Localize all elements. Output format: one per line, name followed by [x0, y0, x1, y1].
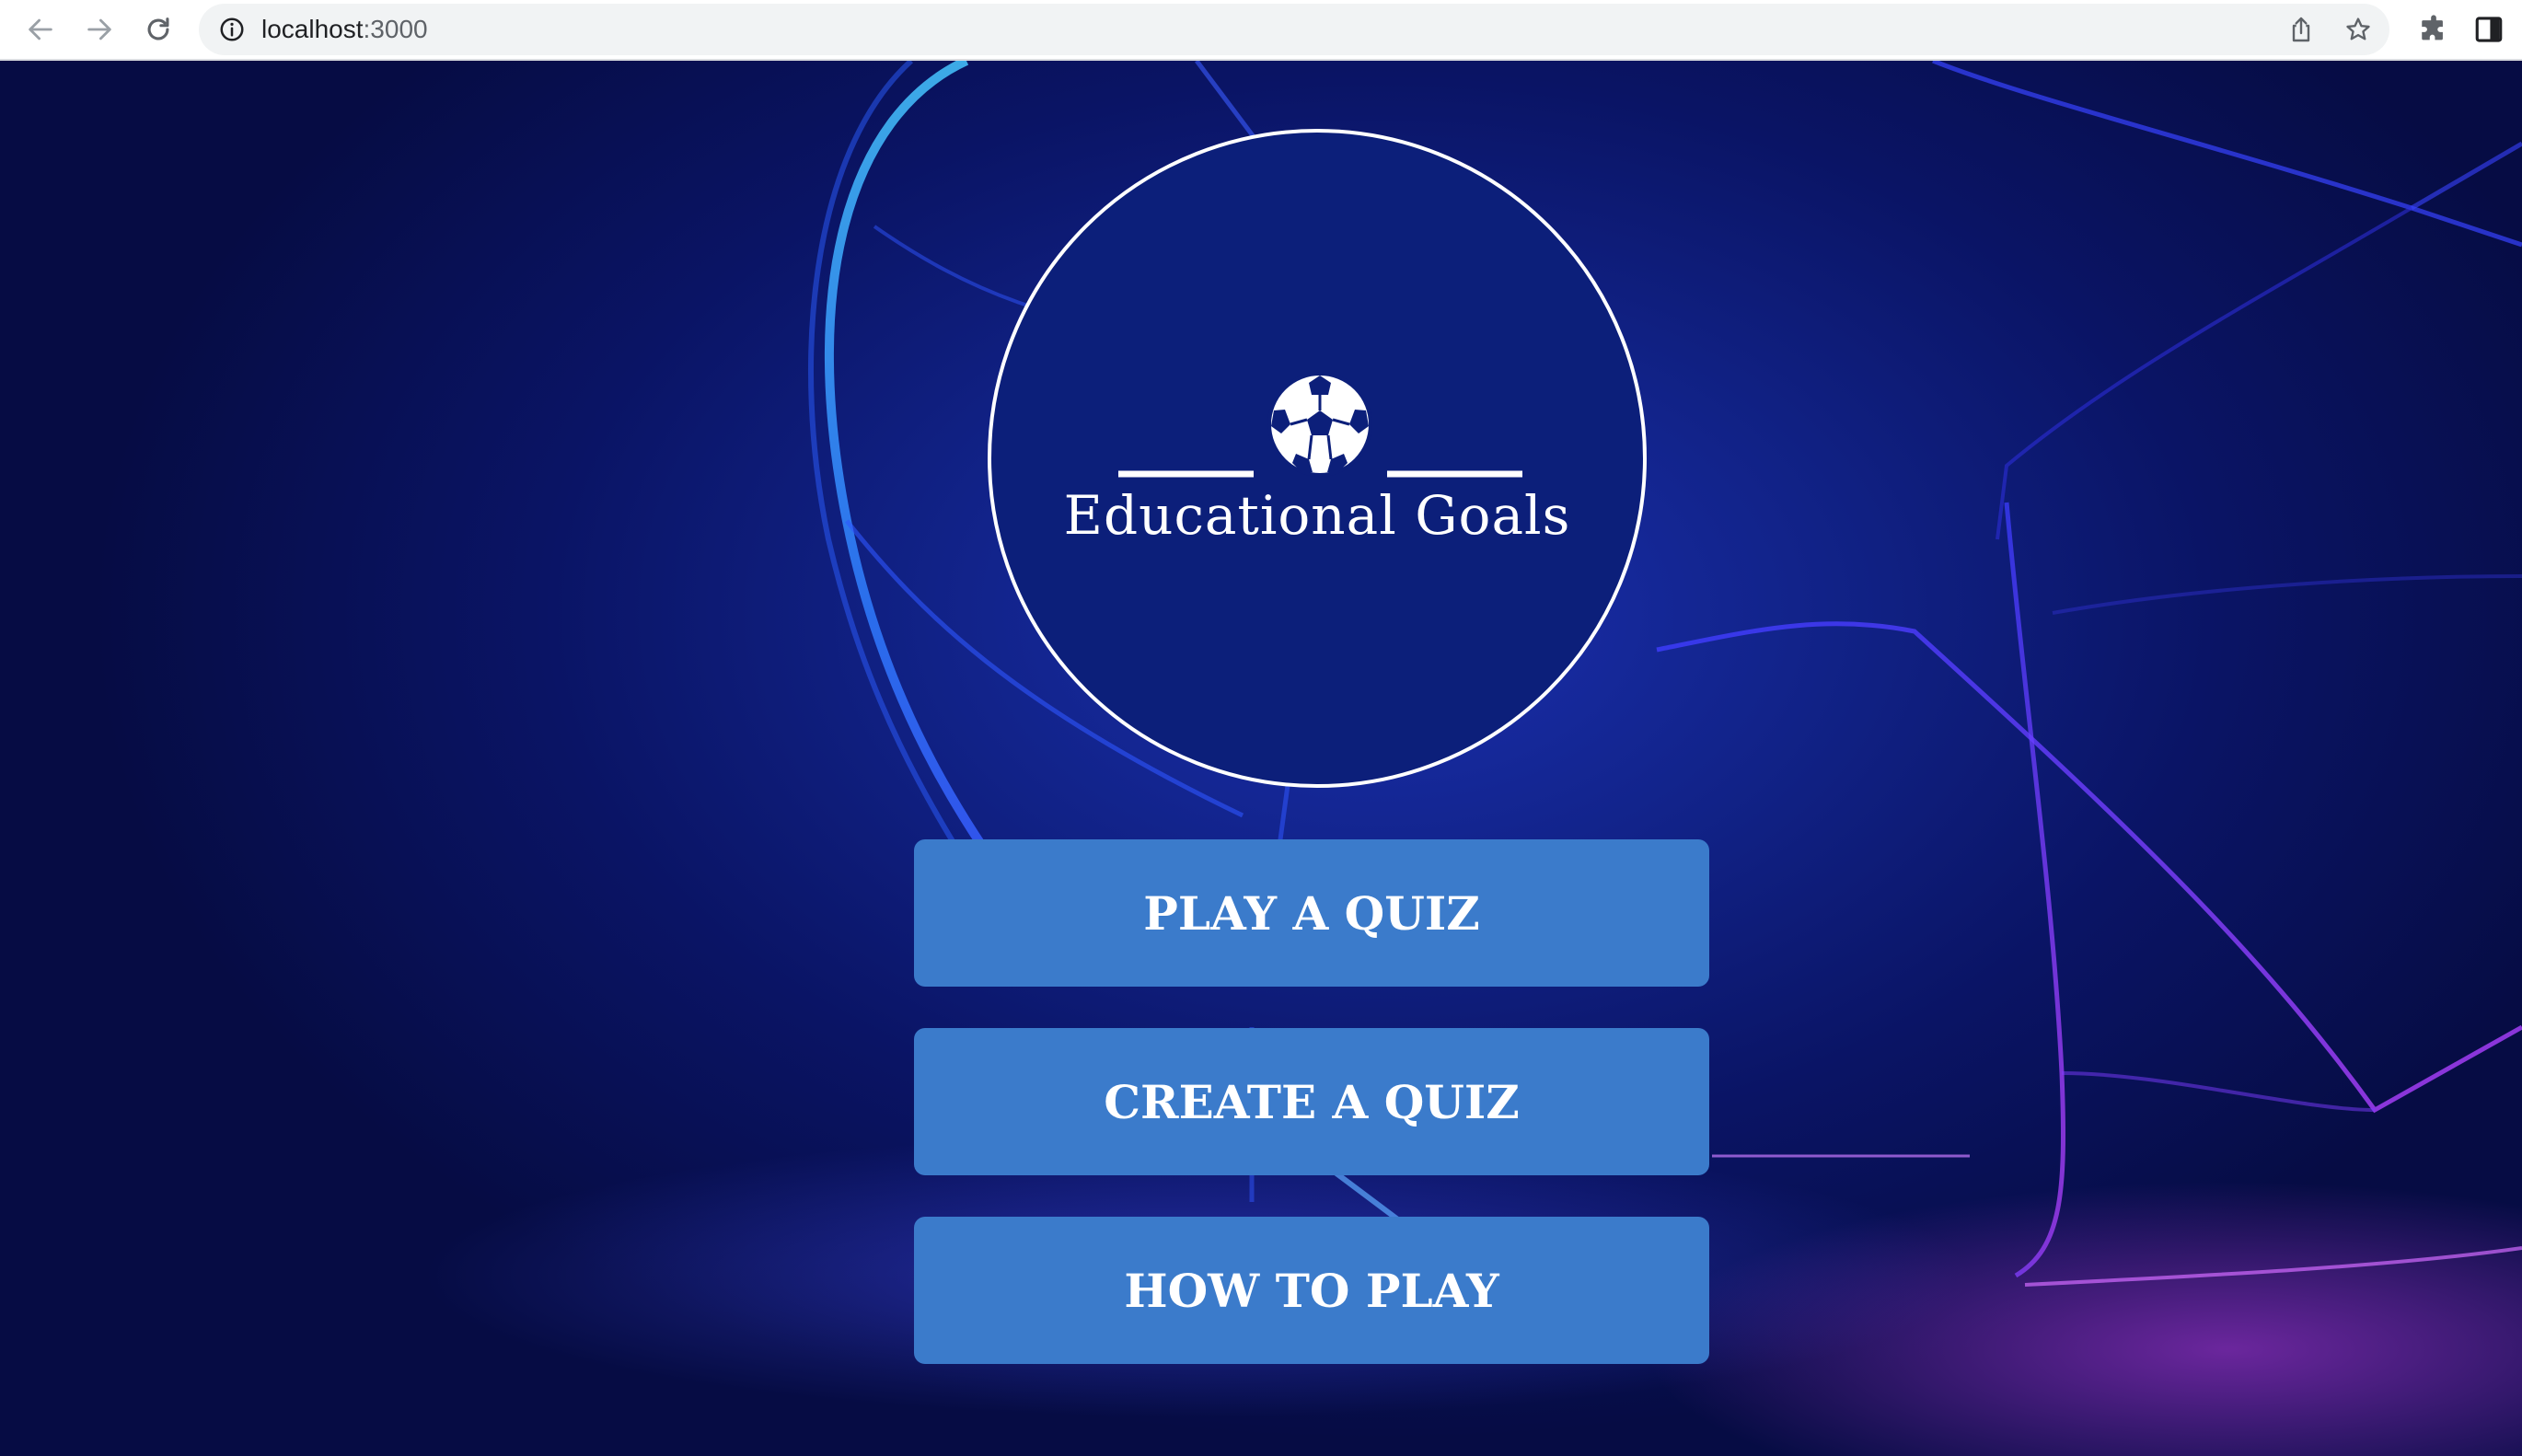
url-port: :3000 [363, 15, 428, 43]
side-panel-button[interactable] [2467, 7, 2511, 52]
site-info-button[interactable] [217, 15, 247, 44]
info-icon [220, 17, 244, 41]
back-button[interactable] [18, 7, 63, 52]
address-bar[interactable]: localhost:3000 [199, 4, 2389, 55]
home-page: Educational Goals PLAY A QUIZ CREATE A Q… [0, 61, 2522, 1456]
url-host: localhost [261, 15, 364, 43]
extensions-button[interactable] [2412, 7, 2456, 52]
puzzle-icon [2422, 15, 2443, 40]
forward-button[interactable] [77, 7, 121, 52]
how-to-play-button[interactable]: HOW TO PLAY [914, 1217, 1709, 1364]
logo-emblem [1118, 372, 1522, 478]
side-panel-icon [2475, 17, 2503, 42]
browser-toolbar: localhost:3000 [0, 0, 2522, 61]
app-logo [988, 129, 1647, 788]
arrow-right-icon [87, 18, 111, 40]
url-text[interactable]: localhost:3000 [261, 4, 428, 55]
arrow-left-icon [29, 18, 52, 40]
logo-title: Educational Goals [1063, 484, 1571, 547]
share-button[interactable] [2283, 11, 2320, 48]
create-quiz-button[interactable]: CREATE A QUIZ [914, 1028, 1709, 1175]
play-quiz-button[interactable]: PLAY A QUIZ [914, 839, 1709, 987]
soccer-ball-icon [1267, 372, 1372, 477]
reload-button[interactable] [136, 7, 180, 52]
reload-icon [147, 17, 169, 40]
star-icon [2346, 17, 2370, 40]
bookmark-button[interactable] [2340, 11, 2377, 48]
share-icon [2292, 17, 2310, 42]
